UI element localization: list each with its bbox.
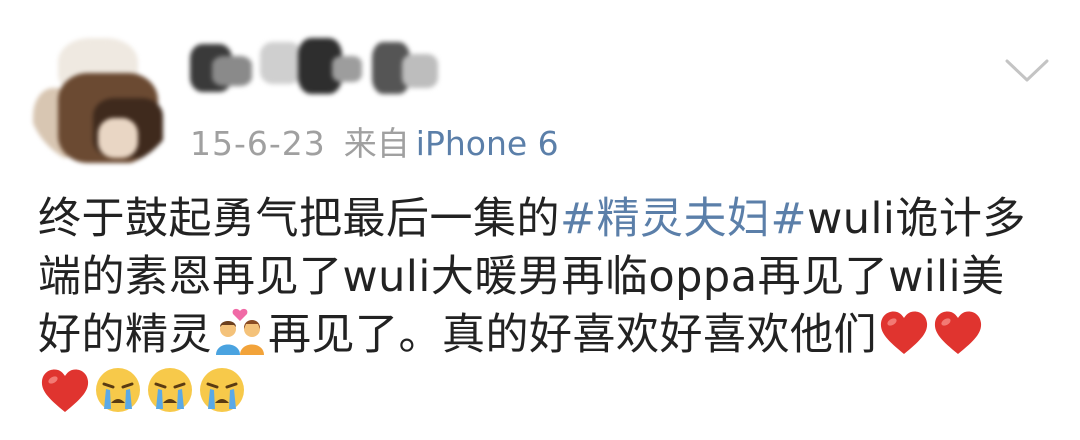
username-redacted[interactable] bbox=[182, 34, 452, 106]
source-device-link[interactable]: iPhone 6 bbox=[416, 124, 559, 163]
post-line-2: 端的素恩再见了wuli大暖男再临oppa再见了wili美 bbox=[38, 252, 1005, 302]
chevron-down-icon[interactable] bbox=[1004, 58, 1050, 84]
post-line-1: 终于鼓起勇气把最后一集的#精灵夫妇#wuli诡计多 bbox=[38, 190, 1048, 248]
red-heart-icon bbox=[880, 311, 928, 354]
crying-face-icon bbox=[200, 368, 244, 412]
post-text: 好的精灵 bbox=[38, 310, 212, 360]
crying-face-icon bbox=[148, 368, 192, 412]
topic-hashtag-link[interactable]: #精灵夫妇# bbox=[560, 194, 807, 244]
post-date: 15-6-23 bbox=[190, 124, 326, 163]
crying-face-icon bbox=[96, 368, 140, 412]
post-line-4 bbox=[38, 364, 1048, 422]
post-text: 终于鼓起勇气把最后一集的 bbox=[38, 194, 560, 244]
avatar[interactable] bbox=[28, 28, 178, 168]
couple-icon bbox=[216, 308, 264, 355]
post-line-3: 好的精灵 再见了。真的好喜欢好喜欢他们 bbox=[38, 306, 1048, 364]
post-body: 终于鼓起勇气把最后一集的#精灵夫妇#wuli诡计多 端的素恩再见了wuli大暖男… bbox=[38, 190, 1048, 422]
source-label: 来自 bbox=[343, 124, 410, 163]
post-text: wuli诡计多 bbox=[807, 194, 1026, 244]
post-meta: 15-6-23 来自 iPhone 6 bbox=[190, 122, 559, 166]
post-text: 再见了。真的好喜欢好喜欢他们 bbox=[268, 310, 877, 360]
weibo-post: 15-6-23 来自 iPhone 6 终于鼓起勇气把最后一集的#精灵夫妇#wuli… bbox=[0, 0, 1080, 440]
red-heart-icon bbox=[934, 311, 982, 354]
red-heart-icon bbox=[41, 369, 89, 412]
